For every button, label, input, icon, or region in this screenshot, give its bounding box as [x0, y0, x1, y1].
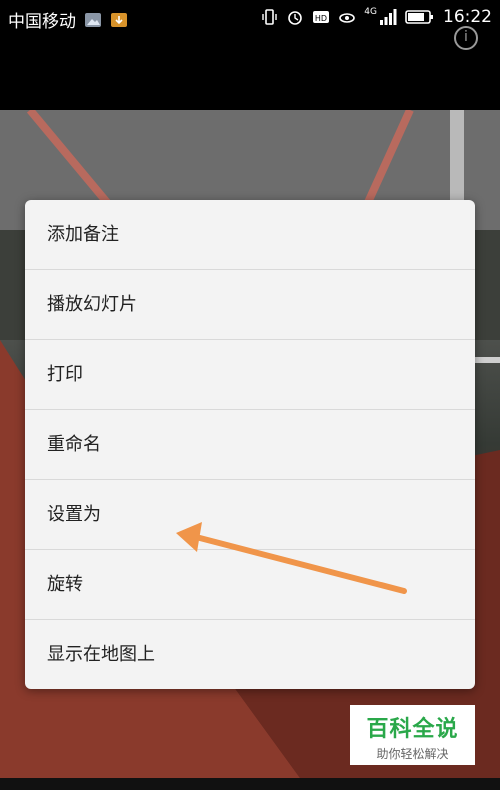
app-header: i	[0, 26, 500, 110]
status-left: 中国移动	[8, 7, 128, 32]
hd-icon: HD	[312, 8, 330, 26]
status-right: HD 4G 16:22	[260, 7, 492, 27]
alarm-icon	[286, 8, 304, 26]
watermark-subtitle: 助你轻松解决	[376, 747, 449, 761]
battery-icon	[405, 8, 435, 26]
vibrate-icon	[260, 8, 278, 26]
info-icon[interactable]: i	[454, 26, 478, 50]
menu-item-rotate[interactable]: 旋转	[25, 550, 475, 620]
menu-item-slideshow[interactable]: 播放幻灯片	[25, 270, 475, 340]
svg-text:HD: HD	[315, 14, 327, 23]
bottom-toolbar	[0, 778, 500, 790]
menu-item-add-note[interactable]: 添加备注	[25, 200, 475, 270]
eye-comfort-icon	[338, 8, 356, 26]
menu-item-set-as[interactable]: 设置为	[25, 480, 475, 550]
watermark-logo: 百科全说 助你轻松解决	[350, 705, 475, 765]
menu-item-rename[interactable]: 重命名	[25, 410, 475, 480]
status-bar: 中国移动 HD 4G 16:22	[0, 0, 500, 36]
signal-icon	[379, 8, 397, 26]
carrier-label: 中国移动	[8, 12, 76, 32]
download-notification-icon	[110, 11, 128, 29]
menu-item-show-on-map[interactable]: 显示在地图上	[25, 620, 475, 689]
network-type-label: 4G	[364, 7, 377, 17]
clock-label: 16:22	[443, 7, 492, 27]
context-menu: 添加备注 播放幻灯片 打印 重命名 设置为 旋转 显示在地图上	[25, 200, 475, 689]
menu-item-print[interactable]: 打印	[25, 340, 475, 410]
gallery-notification-icon	[84, 11, 102, 29]
watermark-title: 百科全说	[366, 717, 459, 742]
